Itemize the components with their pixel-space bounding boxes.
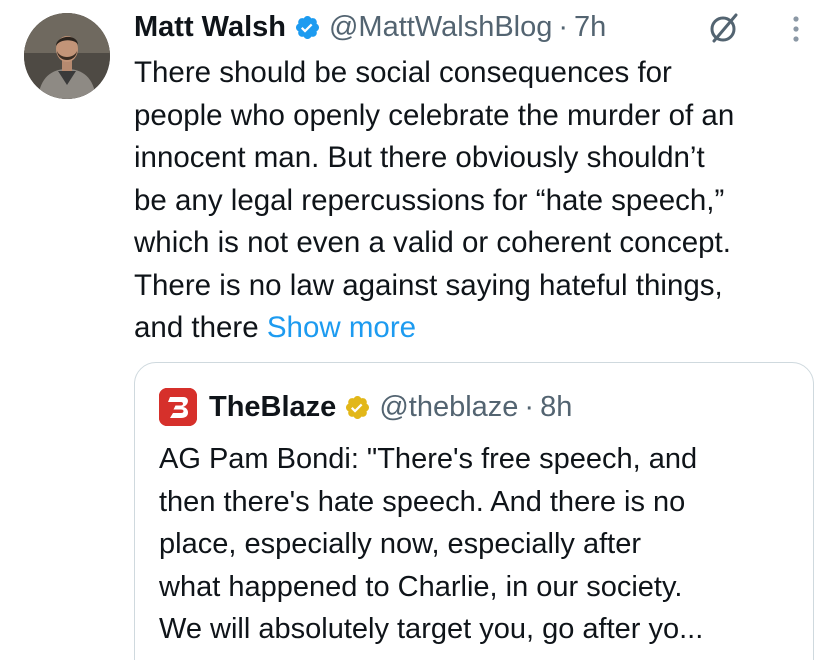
theblaze-logo[interactable] xyxy=(159,388,197,426)
author-name[interactable]: Matt Walsh xyxy=(134,11,286,44)
quoted-text-line: We will absolutely target you, go after … xyxy=(159,613,704,645)
tweet-text-line: which is not even a valid or coherent co… xyxy=(134,226,731,259)
avatar[interactable] xyxy=(24,13,110,99)
tweet-text-last-line: and there Show more xyxy=(134,307,824,350)
quoted-text-line: AG Pam Bondi: "There's free speech, and xyxy=(159,443,698,475)
more-vertical-icon[interactable] xyxy=(786,12,806,46)
quoted-tweet[interactable]: TheBlaze @theblaze · 8h AG Pam Bondi: "T… xyxy=(134,362,814,660)
tweet-text-line: people who openly celebrate the murder o… xyxy=(134,98,735,132)
avatar-image xyxy=(24,13,110,99)
grok-icon[interactable] xyxy=(706,10,742,46)
tweet-text-line: and there xyxy=(134,311,267,344)
tweet-text-line: There should be social consequences for xyxy=(134,56,672,89)
verified-gold-badge-icon[interactable] xyxy=(344,394,371,421)
header-separator: · xyxy=(558,10,569,43)
tweet[interactable]: Matt Walsh @MattWalshBlog · 7h There sho… xyxy=(0,0,840,660)
quoted-header-separator: · xyxy=(524,390,535,423)
quoted-text-line: what happened to Charlie, in our society… xyxy=(159,570,683,603)
quoted-tweet-header: TheBlaze @theblaze · 8h xyxy=(159,387,572,427)
tweet-header: Matt Walsh @MattWalshBlog · 7h xyxy=(134,6,606,48)
quoted-author-name[interactable]: TheBlaze xyxy=(209,391,336,424)
tweet-text-line: There is no law against saying hateful t… xyxy=(134,268,723,302)
author-handle[interactable]: @MattWalshBlog xyxy=(329,11,552,44)
tweet-text-line: innocent man. But there obviously should… xyxy=(134,141,705,174)
show-more-link[interactable]: Show more xyxy=(267,311,416,344)
quoted-text-line: then there's hate speech. And there is n… xyxy=(159,485,686,518)
tweet-text: There should be social consequences for … xyxy=(134,52,824,350)
quoted-tweet-text: AG Pam Bondi: "There's free speech, and … xyxy=(159,438,799,651)
quoted-text-line: place, especially now, especially after xyxy=(159,528,641,560)
quoted-author-handle[interactable]: @theblaze xyxy=(379,391,518,424)
tweet-text-line: be any legal repercussions for “hate spe… xyxy=(134,183,725,217)
quoted-tweet-time[interactable]: 8h xyxy=(540,391,572,424)
verified-badge-icon[interactable] xyxy=(294,14,321,41)
tweet-time[interactable]: 7h xyxy=(574,11,606,44)
